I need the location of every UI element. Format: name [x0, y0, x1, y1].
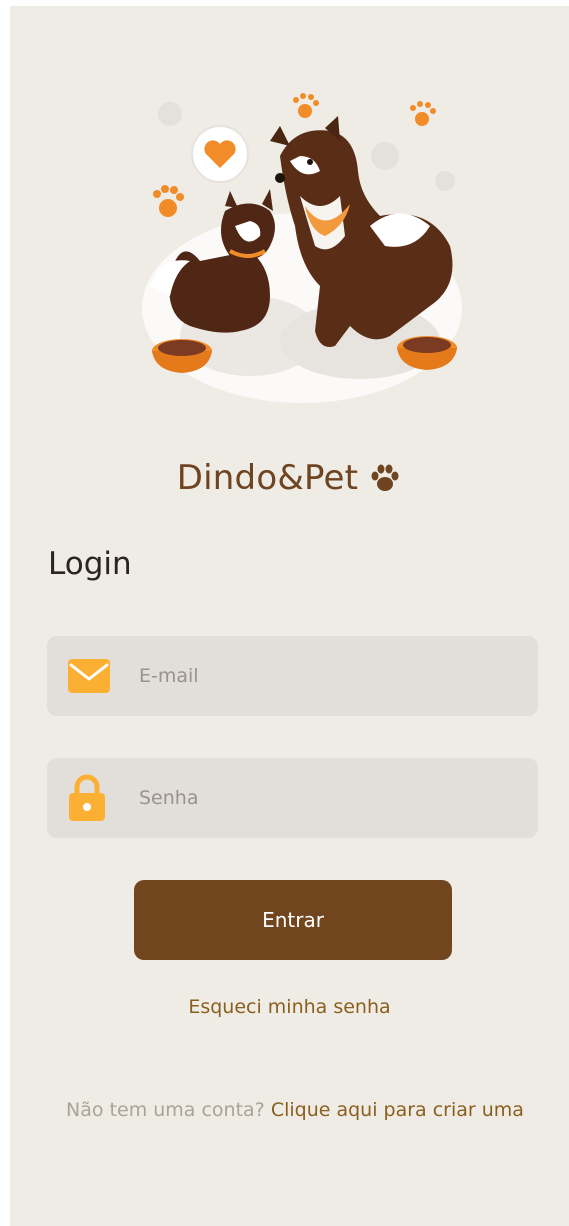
password-input[interactable] — [139, 758, 519, 838]
brand-name: Dindo&Pet — [176, 458, 359, 498]
email-field[interactable] — [47, 636, 538, 716]
signup-prompt: Não tem uma conta? Clique aqui para cria… — [55, 1095, 535, 1125]
email-input[interactable] — [139, 636, 519, 716]
paw-icon — [371, 464, 399, 491]
forgot-password-link[interactable]: Esqueci minha senha — [10, 996, 569, 1018]
lock-icon — [69, 774, 105, 821]
login-button[interactable]: Entrar — [134, 880, 452, 960]
envelope-icon — [68, 659, 110, 693]
login-title: Login — [48, 546, 132, 582]
signup-link[interactable]: Clique aqui para criar uma — [271, 1099, 524, 1121]
dog-and-cat-illustration — [142, 93, 462, 403]
brand: Dindo&Pet — [10, 458, 569, 498]
login-screen: Dindo&Pet Login Entrar Esqueci minha sen… — [10, 6, 569, 1226]
signup-prompt-text: Não tem uma conta? — [66, 1099, 265, 1121]
password-field[interactable] — [47, 758, 538, 838]
